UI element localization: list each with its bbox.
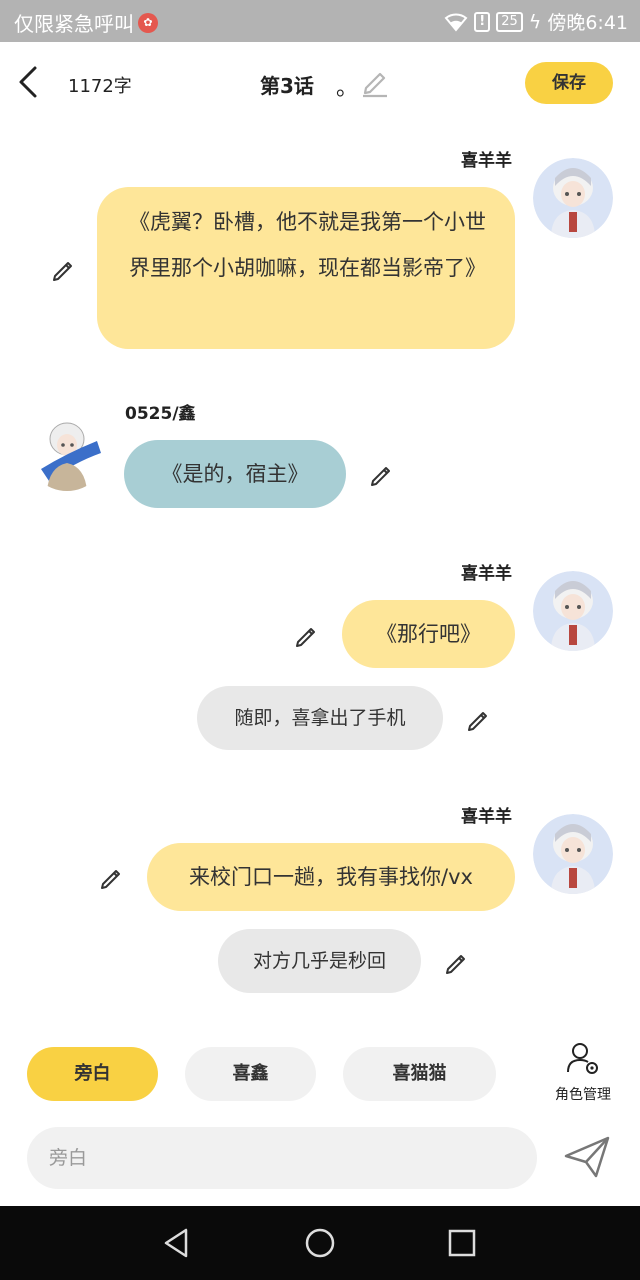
role-chip[interactable]: 喜猫猫 [343, 1047, 496, 1101]
system-nav-bar [0, 1206, 640, 1280]
speech-bubble[interactable]: 来校门口一趟，我有事找你/vx [147, 843, 515, 911]
notification-app-icon: ✿ [138, 12, 158, 33]
role-management-button[interactable]: 角色管理 [540, 1040, 626, 1106]
speaker-name: 0525/鑫 [125, 404, 196, 424]
role-chip-narrator[interactable]: 旁白 [27, 1047, 158, 1101]
send-icon[interactable] [562, 1134, 612, 1180]
edit-pencil-icon[interactable] [50, 255, 78, 283]
speaker-name: 喜羊羊 [461, 807, 512, 827]
role-management-label: 角色管理 [555, 1087, 611, 1103]
avatar[interactable] [533, 571, 613, 651]
chapter-title[interactable]: 第3话 [260, 70, 314, 99]
avatar[interactable] [533, 814, 613, 894]
speech-bubble[interactable]: 《那行吧》 [342, 600, 515, 668]
edit-pencil-icon[interactable] [98, 863, 126, 891]
save-button[interactable]: 保存 [525, 62, 613, 104]
avatar[interactable] [533, 158, 613, 238]
narration-bubble[interactable]: 随即，喜拿出了手机 [197, 686, 443, 750]
wifi-icon [444, 13, 468, 32]
speaker-name: 喜羊羊 [461, 151, 512, 171]
avatar[interactable] [27, 411, 107, 491]
character-avatar-image [533, 814, 613, 894]
role-chip[interactable]: 喜鑫 [185, 1047, 316, 1101]
carrier-text: 仅限紧急呼叫 [14, 12, 134, 36]
speech-bubble[interactable]: 《是的，宿主》 [124, 440, 346, 508]
word-count: 1172字 [68, 76, 132, 97]
edit-pencil-icon[interactable] [465, 705, 493, 733]
nav-recents-icon[interactable] [445, 1226, 479, 1260]
battery-icon: 25 [496, 11, 523, 32]
status-indicators: ! 25 ϟ 傍晚6:41 [444, 8, 628, 35]
edit-pencil-icon[interactable] [293, 621, 321, 649]
chapter-suffix: 。 [336, 76, 359, 101]
edit-title-icon[interactable] [360, 66, 390, 98]
edit-pencil-icon[interactable] [368, 460, 396, 488]
charging-icon: ϟ [528, 10, 542, 33]
speaker-name: 喜羊羊 [461, 564, 512, 584]
nav-home-icon[interactable] [303, 1226, 337, 1260]
alert-icon: ! [474, 11, 491, 32]
clock: 傍晚6:41 [547, 12, 628, 34]
status-bar: 仅限紧急呼叫 ✿ ! 25 ϟ 傍晚6:41 [0, 0, 640, 42]
carrier-status: 仅限紧急呼叫 ✿ [14, 8, 158, 37]
edit-pencil-icon[interactable] [443, 948, 471, 976]
back-button[interactable] [12, 62, 44, 102]
back-arrow-icon [19, 66, 37, 98]
character-avatar-image [533, 158, 613, 238]
speech-bubble[interactable]: 《虎翼？卧槽，他不就是我第一个小世界里那个小胡咖嘛，现在都当影帝了》 [97, 187, 515, 349]
user-gear-icon [567, 1043, 598, 1074]
nav-back-icon[interactable] [160, 1226, 194, 1260]
character-avatar-image [533, 571, 613, 651]
message-input[interactable] [27, 1127, 537, 1189]
narration-bubble[interactable]: 对方几乎是秒回 [218, 929, 421, 993]
character-avatar-image [27, 411, 107, 491]
editor-header: 1172字 第3话 。 保存 [0, 42, 640, 124]
